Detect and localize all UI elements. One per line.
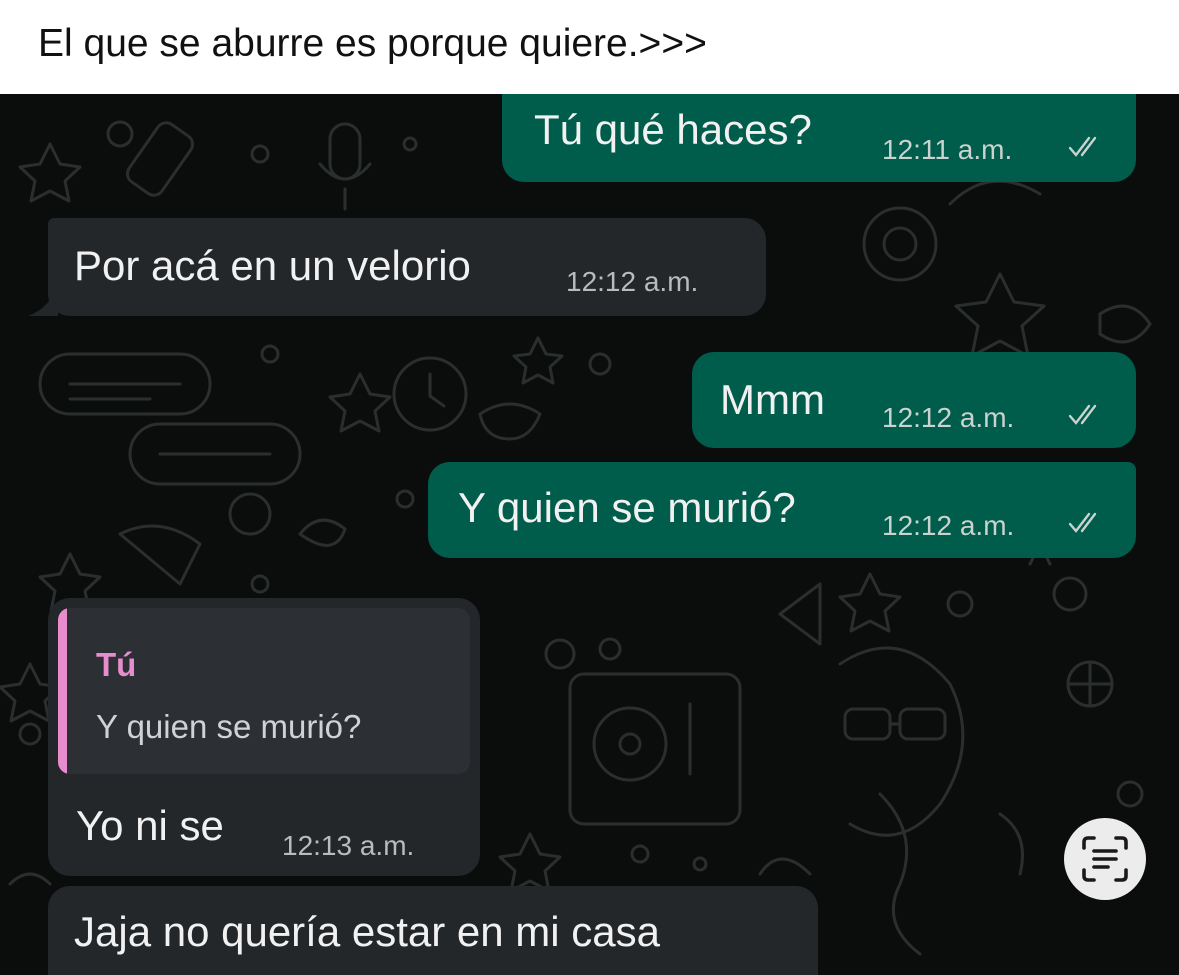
post-caption: El que se aburre es porque quiere.>>> [0,0,1179,94]
read-ticks-icon [1068,136,1097,157]
message-bubble-outgoing[interactable]: Y quien se murió? 12:12 a.m. [428,462,1136,558]
message-bubble-incoming-reply[interactable]: Tú Y quien se murió? Yo ni se 12:13 a.m. [48,598,480,876]
message-text: Jaja no quería estar en mi casa [74,908,660,955]
quote-text: Y quien se murió? [96,708,362,745]
message-bubble-incoming[interactable]: Jaja no quería estar en mi casa [48,886,818,975]
message-time: 12:11 a.m. [882,134,1013,165]
message-bubble-outgoing[interactable]: Tú qué haces? 12:11 a.m. [502,94,1136,182]
read-ticks-icon [1068,404,1097,425]
message-text: Por acá en un velorio [74,242,471,289]
text-scan-button[interactable] [1064,818,1146,900]
message-text: Tú qué haces? [534,106,812,153]
message-time: 12:12 a.m. [566,266,699,297]
message-time: 12:12 a.m. [882,510,1015,541]
chat-screenshot: Tú qué haces? 12:11 a.m. Por acá en un v… [0,94,1179,975]
text-scan-icon [1082,836,1128,882]
message-text: Y quien se murió? [458,484,796,531]
read-ticks-icon [1068,512,1097,533]
message-bubble-incoming[interactable]: Por acá en un velorio 12:12 a.m. [48,218,766,316]
message-time: 12:12 a.m. [882,402,1015,433]
message-text: Mmm [720,376,825,423]
quoted-message[interactable]: Tú Y quien se murió? [58,608,470,774]
bubble-tail [28,284,58,316]
quote-author: Tú [96,646,137,683]
caption-text: El que se aburre es porque quiere.>>> [38,22,707,65]
message-text: Yo ni se [76,802,224,849]
message-bubble-outgoing[interactable]: Mmm 12:12 a.m. [692,352,1136,448]
quote-accent-bar [58,608,67,774]
message-time: 12:13 a.m. [282,830,415,861]
